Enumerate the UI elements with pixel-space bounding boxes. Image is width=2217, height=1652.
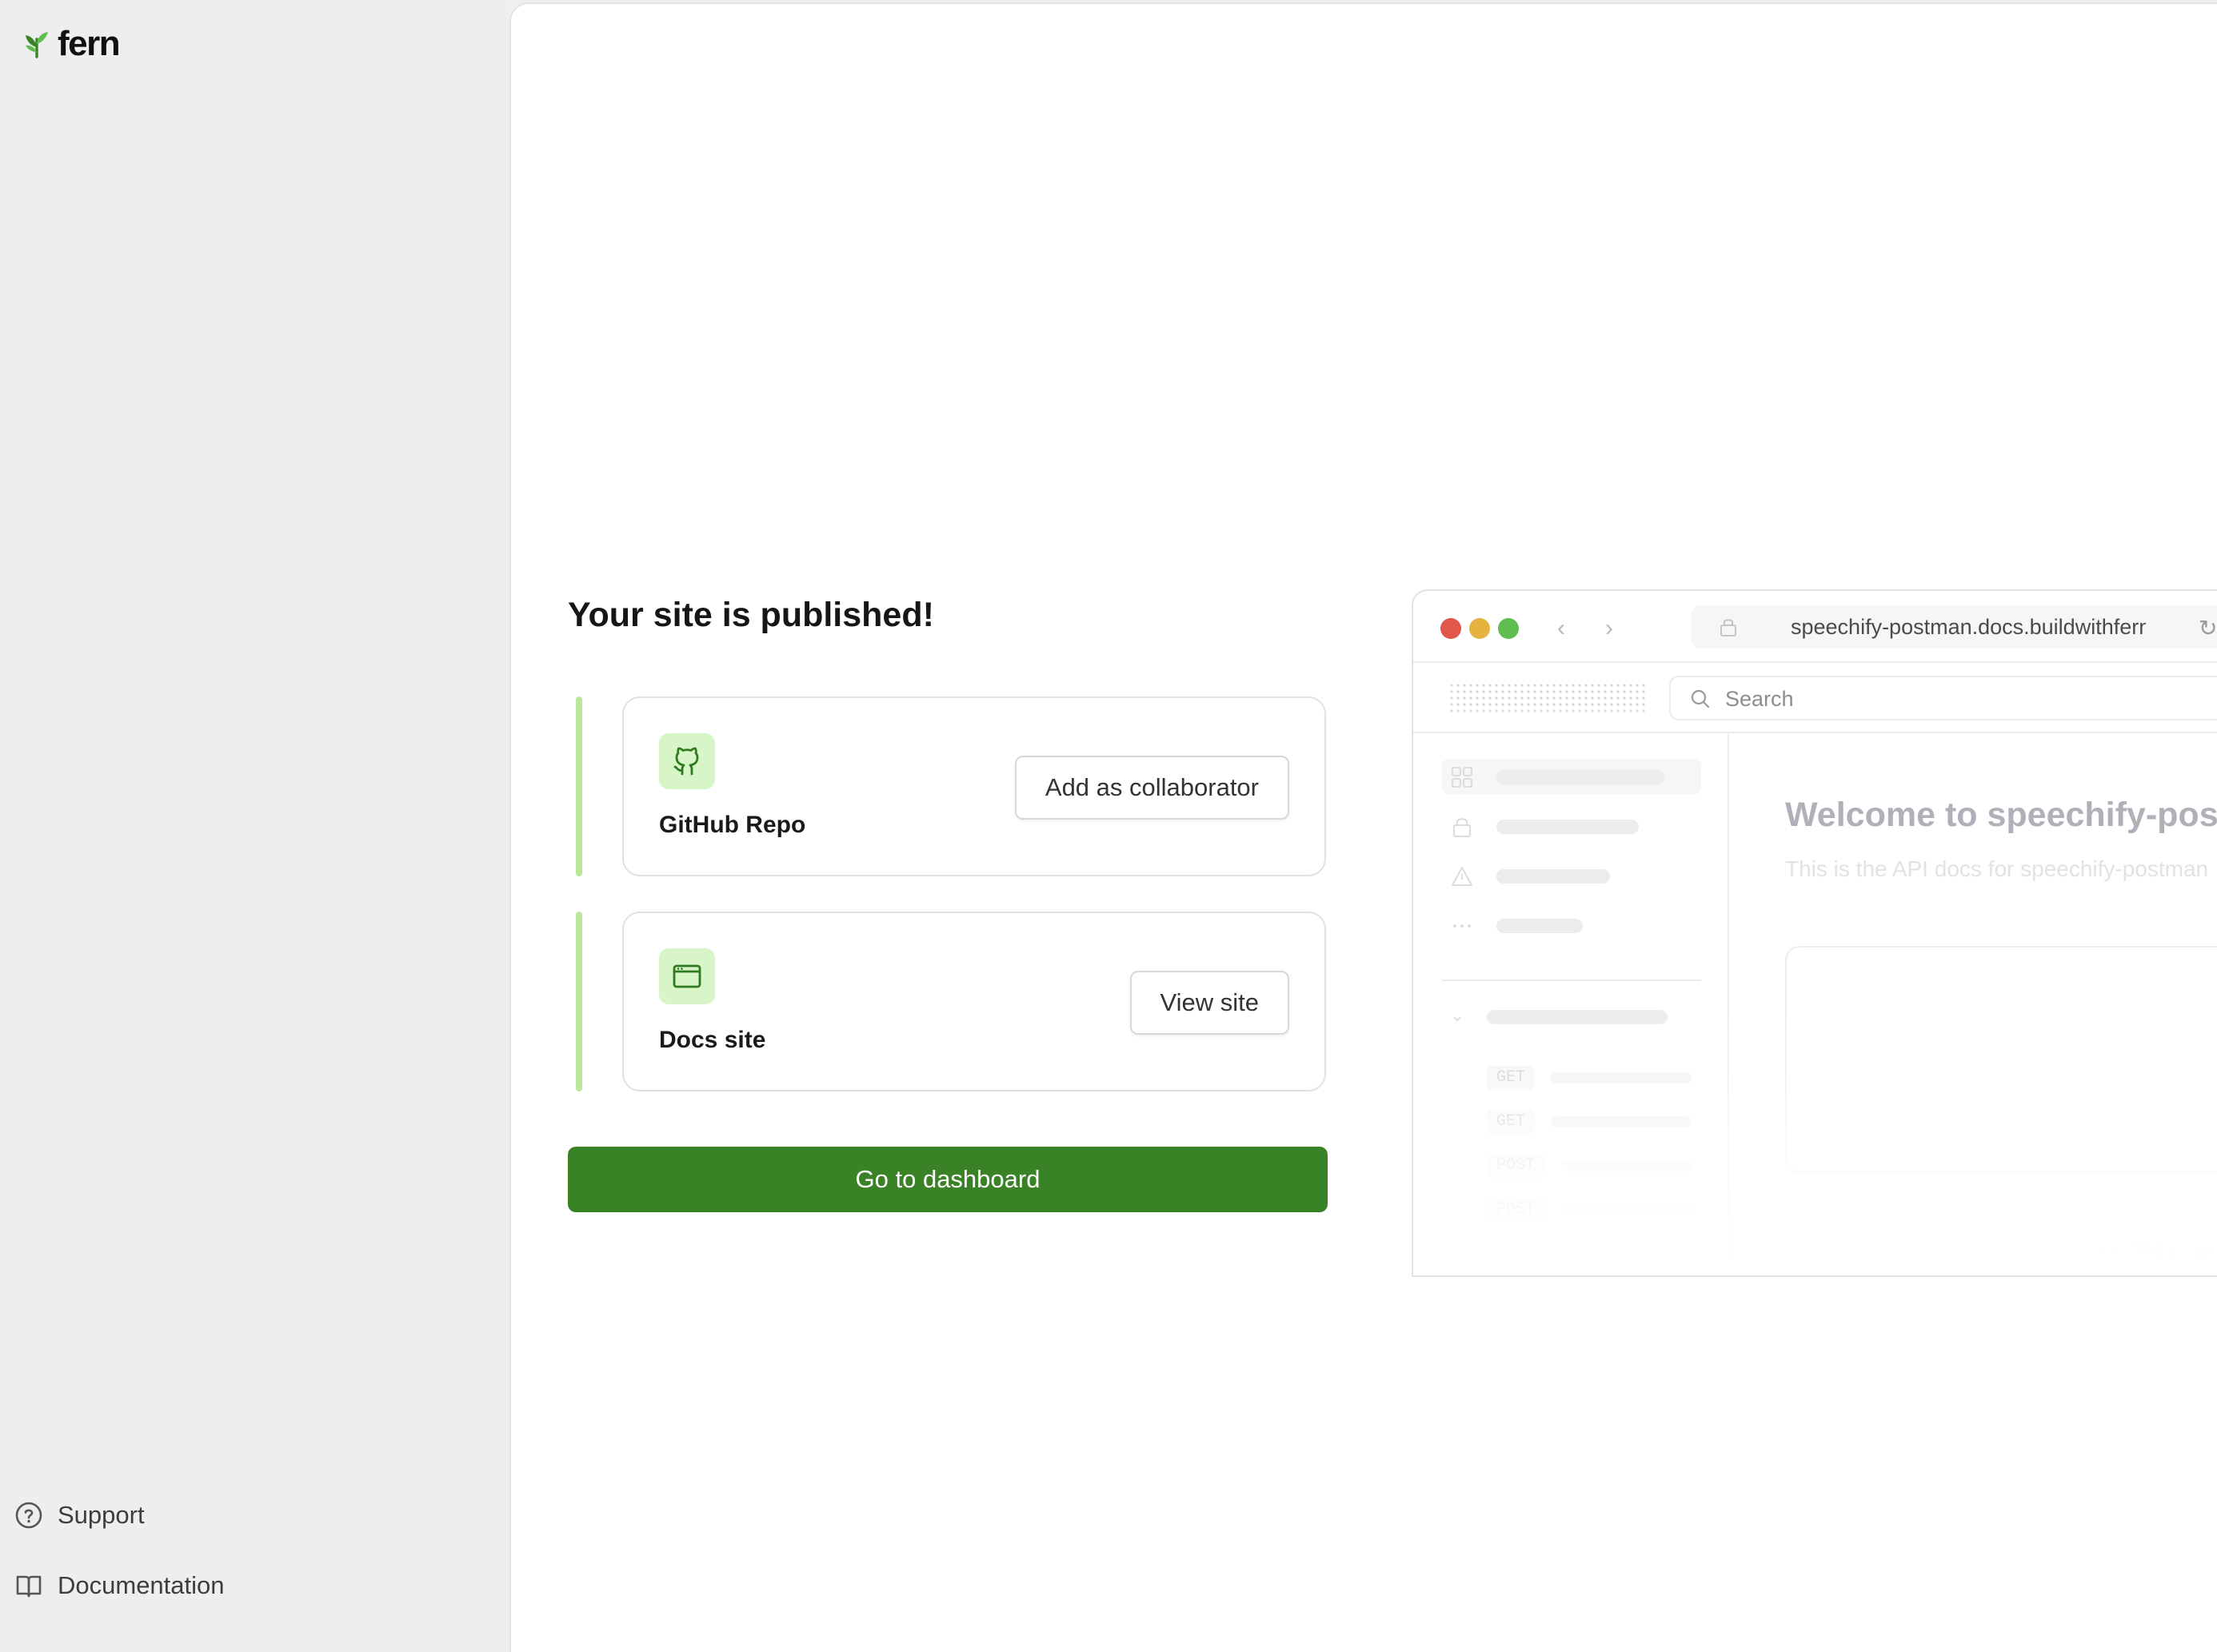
more-dots-icon (1453, 924, 1471, 928)
go-to-dashboard-button[interactable]: Go to dashboard (568, 1147, 1328, 1212)
maximize-dot-icon (1498, 618, 1519, 639)
method-badge: POST (1487, 1198, 1545, 1222)
sidebar: fern Support Documentation (0, 0, 509, 1652)
section-placeholder-bar (1487, 1010, 1668, 1024)
add-as-collaborator-button[interactable]: Add as collaborator (1014, 756, 1289, 820)
github-icon (659, 733, 715, 789)
browser-window-icon (659, 948, 715, 1004)
search-icon (1691, 689, 1710, 708)
search-placeholder: Search (1725, 687, 1794, 711)
docs-logo-placeholder (1448, 682, 1648, 714)
docs-section-header: ⌄ (1442, 1005, 1701, 1029)
github-repo-label: GitHub Repo (659, 812, 806, 838)
step-github-repo: GitHub Repo Add as collaborator (568, 696, 1336, 876)
step-progress-bar (576, 912, 582, 1091)
step-docs-site: Docs site View site (568, 912, 1336, 1091)
documentation-link[interactable]: Documentation (14, 1571, 225, 1600)
docs-site-label: Docs site (659, 1027, 766, 1053)
docs-nav-item (1442, 908, 1701, 943)
fern-leaf-icon (26, 32, 48, 58)
welcome-subtitle: This is the API docs for speechify-postm… (1785, 856, 2209, 881)
fern-logo[interactable]: fern (21, 24, 121, 64)
url-bar: speechify-postman.docs.buildwithfern.com… (1692, 605, 2217, 648)
method-badge: POST (1487, 1154, 1545, 1178)
lock-icon (1453, 818, 1471, 837)
logo-wordmark: fern (58, 24, 121, 63)
close-dot-icon (1440, 618, 1461, 639)
docs-site-preview: ‹ › speechify-postman.docs.buildwithfern… (1412, 589, 2217, 1277)
nav-placeholder-bar (1496, 869, 1610, 884)
chevron-down-icon: ⌄ (1450, 1005, 1465, 1025)
step-progress-bar (576, 696, 582, 876)
github-repo-card: GitHub Repo Add as collaborator (622, 696, 1326, 876)
reload-icon: ↻ (2199, 616, 2217, 640)
main-panel: Your site is published! GitHub Repo Add … (509, 2, 2217, 1652)
url-text: speechify-postman.docs.buildwithfern.com (1791, 615, 2146, 639)
welcome-title: Welcome to speechify-postman (1785, 796, 2217, 834)
book-icon (16, 1575, 42, 1598)
docs-site-card: Docs site View site (622, 912, 1326, 1091)
lock-icon (1720, 619, 1736, 636)
forward-arrow-icon: › (1605, 615, 1613, 641)
method-badge: GET (1487, 1066, 1536, 1090)
minimize-dot-icon (1469, 618, 1490, 639)
docs-nav-item (1442, 759, 1701, 794)
nav-placeholder-bar (1496, 770, 1664, 784)
back-arrow-icon: ‹ (1557, 615, 1565, 641)
support-link[interactable]: Support (14, 1501, 145, 1530)
docs-nav-item (1442, 808, 1701, 844)
docs-search-field: Search (1669, 676, 2217, 720)
docs-header: Search (1413, 663, 2217, 733)
view-site-button[interactable]: View site (1129, 971, 1289, 1035)
endpoint-placeholder-bar (1551, 1072, 1692, 1083)
docs-sidebar: ⌄ GET GET POST POST (1413, 733, 1729, 1275)
support-label: Support (58, 1501, 145, 1529)
docs-content: Welcome to speechify-postman This is the… (1729, 733, 2217, 1275)
nav-placeholder-bar (1496, 820, 1639, 834)
code-snippet: // This is (2097, 1242, 2213, 1263)
endpoint-placeholder-bar (1551, 1116, 1692, 1127)
docs-nav-item (1442, 858, 1701, 893)
help-circle-icon (15, 1502, 42, 1529)
method-badge: GET (1487, 1110, 1536, 1134)
content-card-placeholder (1785, 946, 2217, 1173)
endpoint-placeholder-bar (1562, 1160, 1692, 1171)
nav-placeholder-bar (1496, 919, 1583, 933)
grid-icon (1452, 767, 1472, 788)
page-title: Your site is published! (568, 596, 934, 634)
documentation-label: Documentation (58, 1571, 225, 1599)
endpoint-placeholder-bar (1562, 1204, 1692, 1215)
browser-chrome: ‹ › speechify-postman.docs.buildwithfern… (1413, 591, 2217, 663)
warning-icon (1452, 867, 1472, 886)
sidebar-divider (1442, 980, 1701, 981)
